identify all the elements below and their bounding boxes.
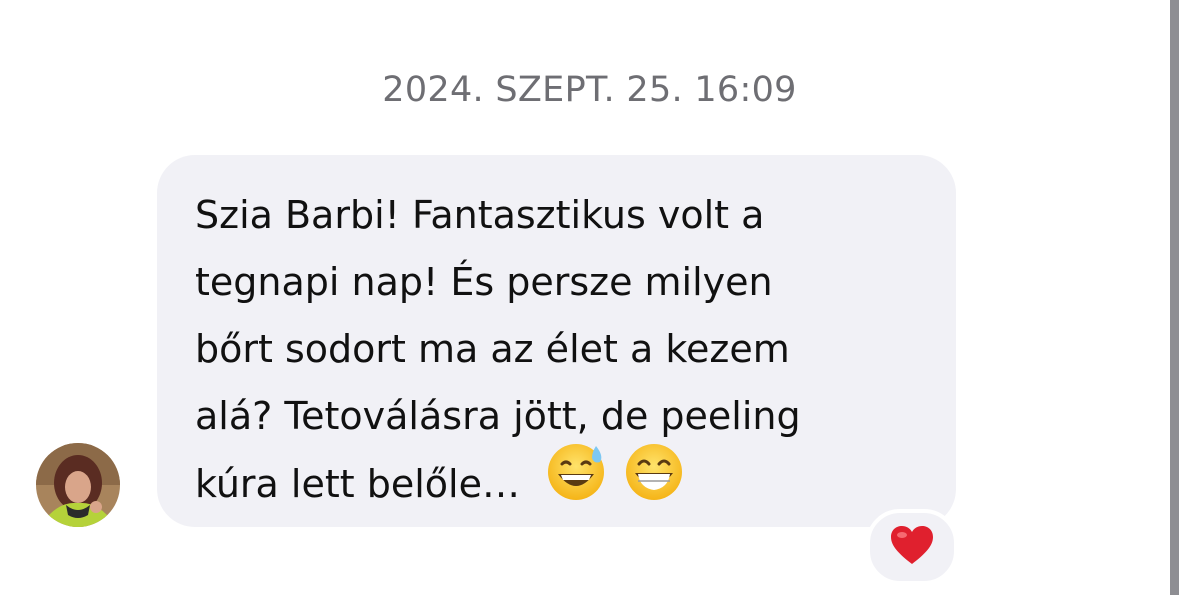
message-text-fragment: kúra lett belőle… [195,462,520,506]
red-heart-icon [889,524,935,570]
message-text-line-last: kúra lett belőle… [195,444,916,523]
message-text-line: tegnapi nap! És persze milyen [195,260,773,304]
message-timestamp: 2024. SZEPT. 25. 16:09 [382,70,797,110]
scrollbar[interactable] [1170,0,1179,595]
sender-avatar[interactable] [36,443,120,527]
avatar-image [36,443,120,527]
beaming-face-icon [624,442,684,523]
message-text-line: bőrt sodort ma az élet a kezem [195,327,790,371]
message-text-line: Szia Barbi! Fantasztikus volt a [195,193,765,237]
grinning-face-with-sweat-icon [546,442,606,523]
message-bubble[interactable]: Szia Barbi! Fantasztikus volt a tegnapi … [157,155,956,527]
message-text-line: alá? Tetoválásra jött, de peeling [195,394,801,438]
reaction-badge[interactable] [866,509,958,585]
